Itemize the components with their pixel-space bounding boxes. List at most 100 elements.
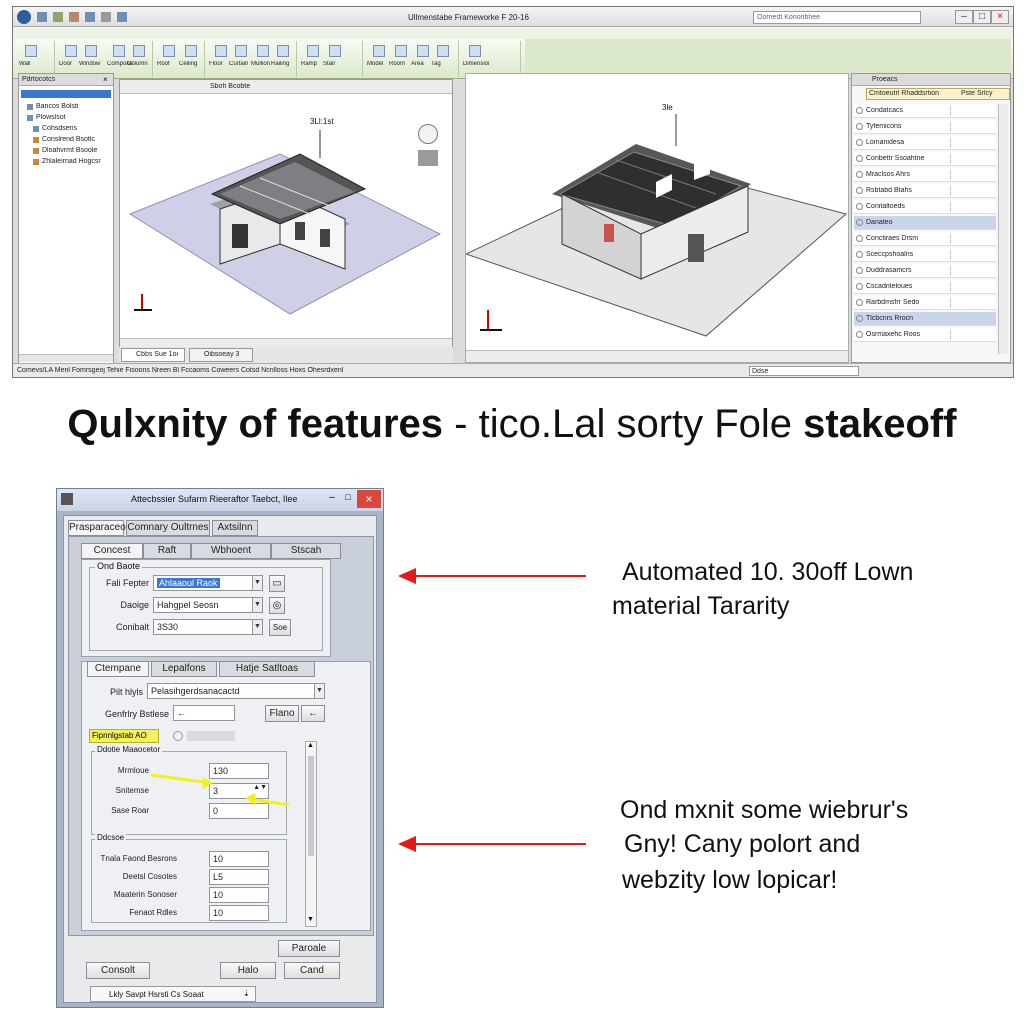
browser-tree-item[interactable]: Zhlaleirnad Hogcsr [33, 157, 117, 167]
property-row[interactable]: Duddrasamcrs [854, 264, 996, 278]
number-field[interactable]: 10 [209, 851, 269, 867]
browser-selected-row[interactable] [21, 90, 111, 98]
property-value-cell[interactable] [950, 202, 994, 212]
ribbon-tool-icon[interactable] [469, 45, 481, 57]
ribbon-tool-icon[interactable] [163, 45, 175, 57]
ribbon-tool-icon[interactable] [395, 45, 407, 57]
status-field[interactable]: Ddse [749, 366, 859, 376]
property-row[interactable]: Rsbtabd Btahs [854, 184, 996, 198]
property-row[interactable]: Mraclsos Ahrs [854, 168, 996, 182]
ribbon-tool-icon[interactable] [185, 45, 197, 57]
property-row[interactable]: Osrmaxehc Roos [854, 328, 996, 342]
property-row[interactable]: Sceccpshoalns [854, 248, 996, 262]
cancel-button[interactable]: Cand [284, 962, 340, 979]
view-tab-bar[interactable]: Cbbs Sue 1oi Oibsoeay 3 [119, 347, 453, 363]
ribbon-tab-strip[interactable] [13, 27, 1013, 39]
3d-view-left[interactable]: Sboh Bcobte 3Ll:1st [119, 79, 453, 353]
property-row[interactable]: Tyfemicons [854, 120, 996, 134]
scroll-thumb[interactable] [308, 756, 314, 856]
property-value-cell[interactable] [950, 298, 994, 308]
tab-view-2[interactable]: Oibsoeay 3 [189, 348, 253, 362]
ribbon-tool-icon[interactable] [329, 45, 341, 57]
gen-input[interactable]: ← [173, 705, 235, 721]
number-field[interactable]: 10 [209, 905, 269, 921]
property-value-cell[interactable] [950, 234, 994, 244]
chevron-down-icon[interactable]: ▼ [252, 598, 262, 612]
browser-tree-item[interactable]: Conslrend Bsotlc [33, 135, 117, 145]
number-field[interactable]: L5 [209, 869, 269, 885]
ribbon-tool-label[interactable]: Window [79, 61, 105, 67]
tab-axis[interactable]: Axtsilnn [212, 520, 258, 536]
type-selector[interactable]: Cmtoeutrl Rhaddsrtion Pste Srlcy [866, 88, 1010, 100]
property-value-cell[interactable] [950, 170, 994, 180]
property-value-cell[interactable] [950, 138, 994, 148]
close-button[interactable]: × [991, 10, 1009, 24]
property-value-cell[interactable] [950, 122, 994, 132]
property-row[interactable]: Condatcacs [854, 104, 996, 118]
maximize-button[interactable]: □ [973, 10, 991, 24]
chevron-down-icon[interactable]: ▼ [252, 620, 262, 634]
ribbon-tool-icon[interactable] [257, 45, 269, 57]
gen-arrow-button[interactable]: ← [301, 705, 325, 722]
dropdown-icon[interactable]: ⇣ [243, 989, 250, 998]
property-row[interactable]: Cscadnteloues [854, 280, 996, 294]
view2-control-bar[interactable] [466, 350, 848, 362]
browser-scrollbar[interactable] [19, 354, 113, 362]
browser-tree-item[interactable]: Plowslsot [27, 113, 111, 123]
highlighted-field[interactable]: Fipnnlgstab AO [89, 729, 159, 743]
dialog-scrollbar[interactable]: ▲ ▼ [305, 741, 317, 927]
property-value-cell[interactable] [950, 186, 994, 196]
tab2-ctempane[interactable]: Ctempane [87, 661, 149, 677]
tab-parameters[interactable]: Prasparaceo [68, 520, 126, 536]
property-value-cell[interactable] [950, 106, 994, 116]
property-row[interactable]: Rarbdmsfrr Sedo [854, 296, 996, 310]
consult-button[interactable]: Consolt [86, 962, 150, 979]
ribbon-tool-icon[interactable] [25, 45, 37, 57]
ribbon-tool-label[interactable]: Dimension [463, 61, 489, 67]
search-input[interactable]: Oornedt Konoribhee [753, 11, 921, 24]
ribbon-tool-icon[interactable] [215, 45, 227, 57]
dialog-minimize-button[interactable]: – [325, 492, 339, 506]
ribbon-tool-label[interactable]: Ceiling [179, 61, 205, 67]
ribbon-tool-label[interactable]: Column [127, 61, 153, 67]
property-value-cell[interactable] [950, 282, 994, 292]
subtab-concest[interactable]: Concest [81, 543, 143, 559]
app-logo-icon[interactable] [17, 10, 31, 24]
property-value-cell[interactable] [950, 330, 994, 340]
help-button[interactable]: Halo [220, 962, 276, 979]
tab-view-1[interactable]: Cbbs Sue 1oi [121, 348, 185, 362]
edit-type-button[interactable]: Pste Srlcy [961, 90, 993, 97]
property-row[interactable]: Conctiraes Drsm [854, 232, 996, 246]
ribbon-tool-icon[interactable] [373, 45, 385, 57]
tab2-lepalfons[interactable]: Lepalfons [151, 661, 217, 677]
ribbon-tool-label[interactable]: Tag [431, 61, 457, 67]
chevron-down-icon[interactable]: ▼ [314, 684, 324, 698]
close-icon[interactable]: × [103, 75, 108, 84]
subtab-raft[interactable]: Raft [143, 543, 191, 559]
ribbon-tool-label[interactable]: Railing [271, 61, 297, 67]
property-value-cell[interactable] [950, 154, 994, 164]
ribbon-tool-icon[interactable] [307, 45, 319, 57]
gen-button[interactable]: Flano [265, 705, 299, 722]
scroll-down-icon[interactable]: ▼ [307, 916, 314, 923]
property-value-cell[interactable] [950, 250, 994, 260]
minimize-button[interactable]: – [955, 10, 973, 24]
preview-icon[interactable]: ◎ [269, 597, 285, 614]
browser-tree-item[interactable]: Cohsdsens [33, 124, 117, 134]
browse-icon[interactable]: ▭ [269, 575, 285, 592]
tab-company-outlines[interactable]: Comnary Oultrnes [126, 520, 210, 536]
ribbon-tool-label[interactable]: Wall [19, 61, 45, 67]
property-row[interactable]: Lomanidesa [854, 136, 996, 150]
apply-button[interactable]: Paroale [278, 940, 340, 957]
properties-scrollbar[interactable] [998, 104, 1008, 354]
number-field[interactable]: 10 [209, 887, 269, 903]
select-field[interactable]: Hahgpel Seosn ▼ [153, 597, 263, 613]
ribbon-tool-icon[interactable] [417, 45, 429, 57]
dialog-close-button[interactable]: × [357, 490, 381, 508]
browser-tree-item[interactable]: Dloahvrmt Bsoole [33, 146, 117, 156]
ribbon-tool-icon[interactable] [65, 45, 77, 57]
navigation-wheel-icon[interactable] [418, 150, 438, 166]
3d-view-right[interactable]: 3le [465, 73, 849, 363]
ribbon-tool-icon[interactable] [437, 45, 449, 57]
subtab-wbhoent[interactable]: Wbhoent [191, 543, 271, 559]
